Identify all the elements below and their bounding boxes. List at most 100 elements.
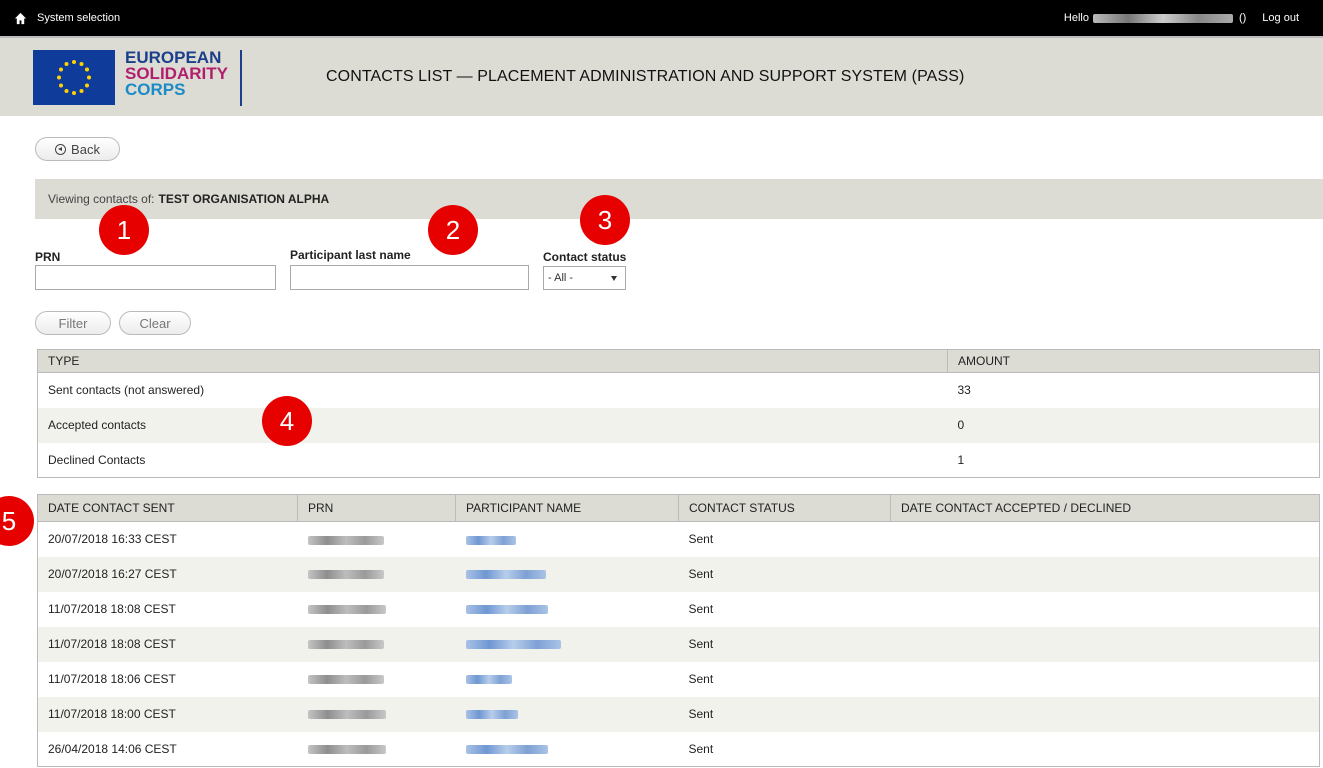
user-name-redacted xyxy=(1092,13,1233,23)
accepted-date-cell xyxy=(891,592,1320,627)
participant-name-cell xyxy=(456,732,679,767)
participant-name-cell xyxy=(456,522,679,557)
status-cell: Sent xyxy=(688,672,714,686)
prn-cell xyxy=(297,556,456,592)
header-contact-status[interactable]: CONTACT STATUS xyxy=(678,494,891,522)
date-sent-cell: 20/07/2018 16:33 CEST xyxy=(48,532,177,547)
prn-cell xyxy=(298,662,456,697)
system-selection-link[interactable]: System selection xyxy=(37,12,120,24)
dropdown-arrow-icon xyxy=(611,275,617,281)
contact-status-label: Contact status xyxy=(543,250,627,264)
summary-type: Sent contacts (not answered) xyxy=(48,383,205,398)
last-name-input[interactable] xyxy=(290,265,529,290)
table-row: 20/07/2018 16:27 CEST Sent xyxy=(37,556,1320,592)
table-row: Accepted contacts 0 xyxy=(37,407,1320,443)
prn-redacted xyxy=(307,675,384,685)
table-row: Declined Contacts 1 xyxy=(38,443,1320,478)
prn-redacted xyxy=(307,605,386,615)
logo-line-corps: CORPS xyxy=(125,80,186,99)
accepted-date-cell xyxy=(891,662,1320,697)
page-title: CONTACTS LIST — PLACEMENT ADMINISTRATION… xyxy=(326,68,965,85)
summary-amount: 0 xyxy=(947,407,1320,443)
date-sent-cell: 20/07/2018 16:27 CEST xyxy=(37,556,298,592)
organisation-name: TEST ORGANISATION ALPHA xyxy=(158,192,330,206)
prn-label: PRN xyxy=(35,250,61,264)
accepted-date-cell xyxy=(891,732,1320,767)
back-button[interactable]: Back xyxy=(35,137,120,161)
participant-name-cell xyxy=(455,626,679,662)
accepted-date-cell xyxy=(890,556,1320,592)
table-row: 26/04/2018 14:06 CEST Sent xyxy=(38,732,1320,767)
annotation-marker-5: 5 xyxy=(0,496,34,546)
summary-amount: 1 xyxy=(957,452,965,467)
prn-redacted xyxy=(307,570,384,580)
prn-redacted xyxy=(307,535,384,545)
viewing-contacts-bar: Viewing contacts of: TEST ORGANISATION A… xyxy=(35,179,1323,219)
table-row: Sent contacts (not answered) 33 xyxy=(38,373,1320,408)
accepted-date-cell xyxy=(890,626,1320,662)
participant-name-cell xyxy=(456,592,679,627)
contact-status-select[interactable]: - All - xyxy=(543,266,626,290)
participant-name-link[interactable] xyxy=(465,640,561,650)
status-cell: Sent xyxy=(688,602,714,616)
participant-name-link[interactable] xyxy=(465,605,548,615)
summary-table: TYPE AMOUNT Sent contacts (not answered)… xyxy=(37,349,1320,478)
header-date-sent[interactable]: DATE CONTACT SENT xyxy=(37,494,298,522)
status-cell: Sent xyxy=(688,532,714,547)
participant-name-link[interactable] xyxy=(465,570,546,580)
table-row: 11/07/2018 18:06 CEST Sent xyxy=(38,662,1320,697)
summary-amount: 33 xyxy=(957,383,971,398)
status-cell: Sent xyxy=(678,556,891,592)
summary-header-type: TYPE xyxy=(37,349,948,373)
participant-name-link[interactable] xyxy=(465,675,512,685)
prn-redacted xyxy=(307,710,386,720)
page-header: EUROPEAN SOLIDARITY CORPS CONTACTS LIST … xyxy=(0,36,1323,116)
contacts-table: DATE CONTACT SENT PRN PARTICIPANT NAME C… xyxy=(37,494,1320,767)
header-participant-name[interactable]: PARTICIPANT NAME xyxy=(455,494,679,522)
home-icon[interactable] xyxy=(14,12,27,25)
participant-name-link[interactable] xyxy=(465,535,516,545)
viewing-prefix: Viewing contacts of: xyxy=(48,192,155,206)
summary-type: Accepted contacts xyxy=(37,407,948,443)
clear-button[interactable]: Clear xyxy=(119,311,191,335)
table-row: 11/07/2018 18:00 CEST Sent xyxy=(37,696,1320,732)
logout-link[interactable]: Log out xyxy=(1262,12,1299,24)
top-bar: System selection Hello () Log out xyxy=(0,0,1323,36)
participant-name-cell xyxy=(456,662,679,697)
accepted-date-cell xyxy=(890,696,1320,732)
esc-logo-text: EUROPEAN SOLIDARITY CORPS xyxy=(125,49,228,99)
annotation-marker-2: 2 xyxy=(428,205,478,255)
header-prn[interactable]: PRN xyxy=(297,494,456,522)
eu-flag-logo xyxy=(33,50,115,105)
status-cell: Sent xyxy=(678,696,891,732)
back-button-label: Back xyxy=(71,141,100,157)
user-area: Hello () Log out xyxy=(1064,12,1323,24)
header-date-accepted[interactable]: DATE CONTACT ACCEPTED / DECLINED xyxy=(890,494,1320,522)
prn-cell xyxy=(297,696,456,732)
prn-redacted xyxy=(307,640,384,650)
last-name-label: Participant last name xyxy=(290,248,411,262)
prn-cell xyxy=(298,732,456,767)
summary-header-amount: AMOUNT xyxy=(947,349,1320,373)
participant-name-link[interactable] xyxy=(465,745,548,755)
filter-button[interactable]: Filter xyxy=(35,311,111,335)
status-cell: Sent xyxy=(678,626,891,662)
hello-text: Hello xyxy=(1063,12,1089,24)
prn-cell xyxy=(298,522,456,557)
back-arrow-icon xyxy=(55,143,67,155)
prn-redacted xyxy=(307,745,386,755)
annotation-marker-3: 3 xyxy=(580,195,630,245)
table-row: 11/07/2018 18:08 CEST Sent xyxy=(37,626,1320,662)
summary-type: Declined Contacts xyxy=(48,452,146,467)
prn-cell xyxy=(297,626,456,662)
clear-button-label: Clear xyxy=(139,315,171,331)
participant-name-cell xyxy=(455,556,679,592)
participant-name-link[interactable] xyxy=(465,710,518,720)
table-row: 20/07/2018 16:33 CEST Sent xyxy=(38,522,1320,557)
annotation-marker-1: 1 xyxy=(99,205,149,255)
prn-input[interactable] xyxy=(35,265,276,290)
status-cell: Sent xyxy=(688,741,714,756)
date-sent-cell: 11/07/2018 18:08 CEST xyxy=(37,626,298,662)
filter-button-label: Filter xyxy=(58,315,88,331)
user-suffix: () xyxy=(1238,12,1247,24)
